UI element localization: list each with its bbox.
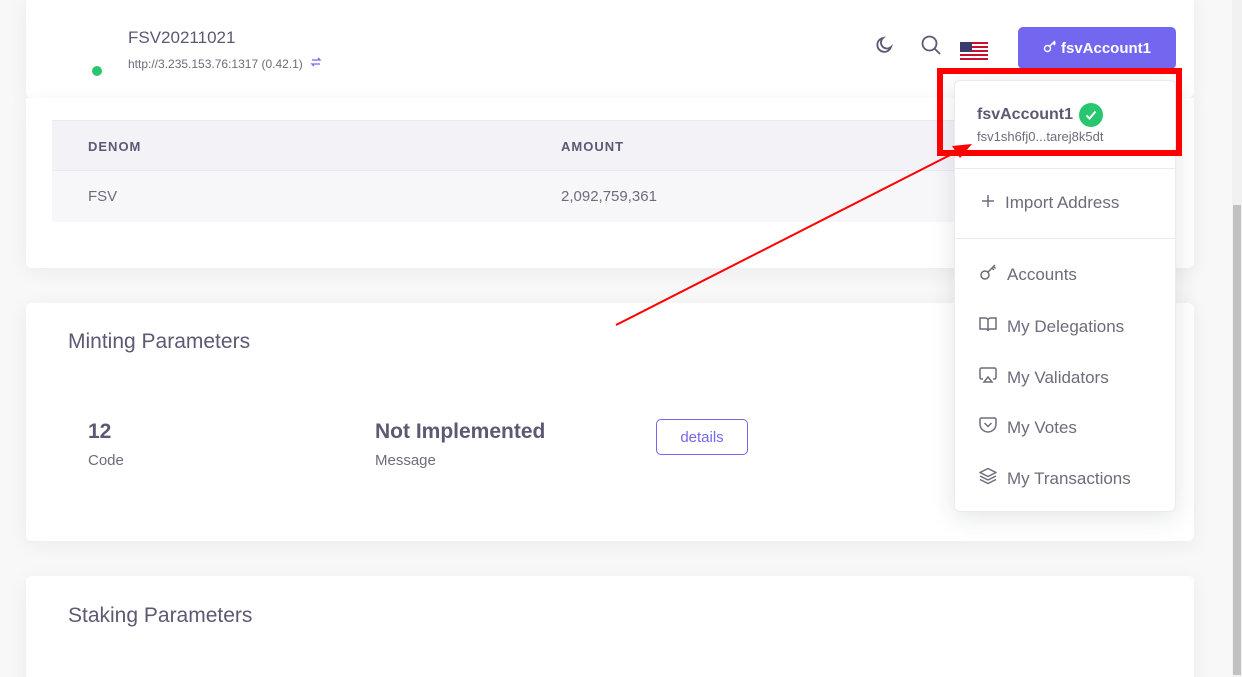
message-value: Not Implemented bbox=[375, 420, 546, 443]
annotation-highlight-box bbox=[937, 68, 1182, 156]
key-icon bbox=[979, 263, 997, 286]
column-header-amount: AMOUNT bbox=[561, 139, 625, 154]
sync-icon[interactable] bbox=[310, 56, 322, 71]
dropdown-item-accounts[interactable]: Accounts bbox=[979, 263, 1077, 286]
dropdown-item-my-votes[interactable]: My Votes bbox=[979, 416, 1077, 439]
pocket-icon bbox=[979, 416, 997, 439]
import-address-label: Import Address bbox=[1005, 193, 1120, 212]
chain-name: FSV20211021 bbox=[128, 28, 236, 47]
dropdown-item-my-delegations[interactable]: My Delegations bbox=[979, 315, 1124, 338]
dropdown-item-label: My Validators bbox=[1007, 367, 1109, 387]
dropdown-item-label: Accounts bbox=[1007, 264, 1077, 284]
account-dropdown-button[interactable]: fsvAccount1 bbox=[1018, 27, 1176, 69]
scrollbar-track[interactable] bbox=[1232, 0, 1242, 677]
divider bbox=[955, 168, 1175, 169]
scrollbar-thumb[interactable] bbox=[1233, 205, 1241, 675]
key-icon bbox=[1043, 39, 1057, 57]
message-label: Message bbox=[375, 452, 436, 469]
dropdown-item-label: My Votes bbox=[1007, 417, 1077, 437]
minting-title: Minting Parameters bbox=[68, 330, 251, 353]
layers-icon bbox=[979, 467, 997, 490]
plus-icon bbox=[981, 193, 995, 213]
staking-parameters-card: Staking Parameters bbox=[26, 576, 1194, 677]
details-button[interactable]: details bbox=[656, 419, 748, 455]
account-button-label: fsvAccount1 bbox=[1060, 39, 1152, 57]
chain-url-line: http://3.235.153.76:1317 (0.42.1) bbox=[128, 56, 322, 71]
chain-url: http://3.235.153.76:1317 (0.42.1) bbox=[128, 57, 303, 71]
book-icon bbox=[979, 315, 997, 338]
divider bbox=[955, 238, 1175, 239]
code-value: 12 bbox=[88, 420, 112, 443]
dropdown-item-label: My Delegations bbox=[1007, 316, 1125, 336]
status-dot bbox=[92, 66, 102, 76]
dropdown-item-label: My Transactions bbox=[1007, 468, 1131, 488]
moon-icon[interactable] bbox=[874, 34, 896, 61]
cell-denom: FSV bbox=[88, 188, 118, 205]
dropdown-item-my-validators[interactable]: My Validators bbox=[979, 366, 1109, 389]
dropdown-item-my-transactions[interactable]: My Transactions bbox=[979, 467, 1131, 490]
import-address-item[interactable]: Import Address bbox=[981, 193, 1119, 213]
cell-amount: 2,092,759,361 bbox=[561, 188, 657, 205]
staking-title: Staking Parameters bbox=[68, 604, 253, 627]
column-header-denom: DENOM bbox=[88, 139, 142, 154]
us-flag-icon[interactable] bbox=[960, 42, 988, 60]
code-label: Code bbox=[88, 452, 124, 469]
search-icon[interactable] bbox=[920, 34, 942, 61]
airplay-icon bbox=[979, 366, 997, 389]
